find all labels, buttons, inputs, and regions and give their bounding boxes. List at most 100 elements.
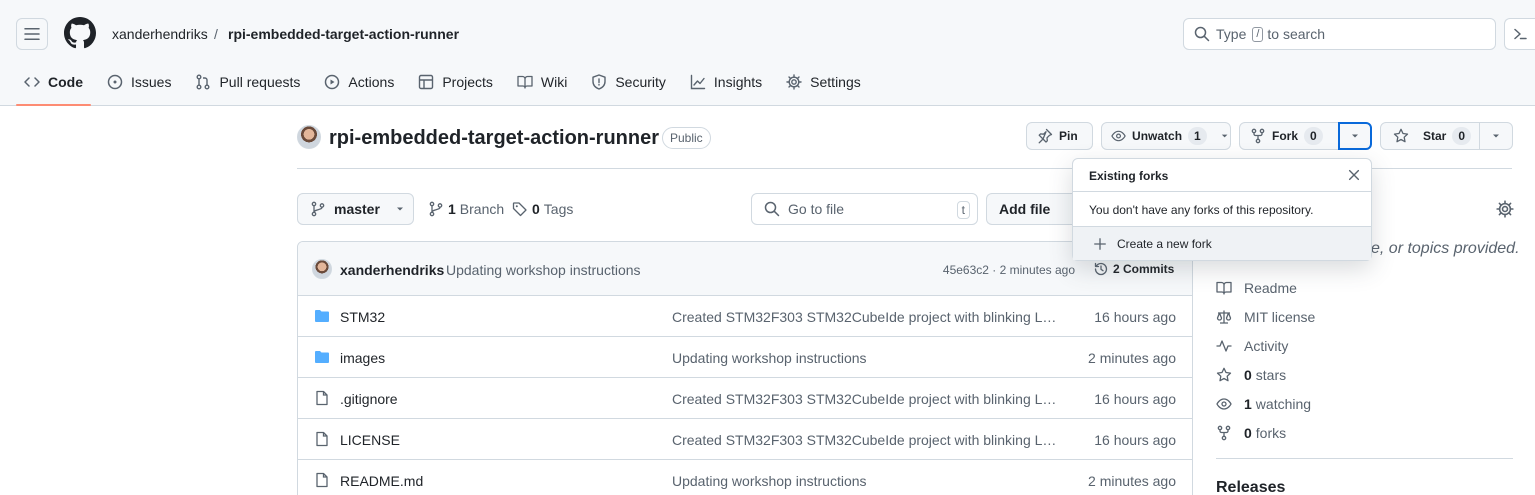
file-commit-message[interactable]: Created STM32F303 STM32CubeIde project w… <box>672 432 1057 448</box>
branches-label: Branch <box>459 201 505 217</box>
watching-link[interactable]: 1 watching <box>1216 396 1311 412</box>
branch-selector[interactable]: master <box>297 193 414 225</box>
search-shortcut: / <box>1252 26 1264 42</box>
owner-avatar[interactable] <box>297 125 321 149</box>
file-commit-time: 16 hours ago <box>1094 391 1176 407</box>
file-icon <box>316 390 328 406</box>
commit-hash-time[interactable]: 45e63c2 · 2 minutes ago <box>943 262 1075 278</box>
book-icon <box>517 75 533 89</box>
file-name[interactable]: .gitignore <box>340 391 398 407</box>
stars-label: stars <box>1255 367 1287 383</box>
commits-link[interactable]: 2 Commits <box>1093 261 1174 277</box>
create-fork-button[interactable]: Create a new fork <box>1073 227 1371 260</box>
hamburger-icon <box>24 28 40 40</box>
go-to-file-placeholder: Go to file <box>788 201 845 217</box>
forks-link[interactable]: 0 forks <box>1216 425 1286 441</box>
tab-label: Projects <box>442 74 493 90</box>
file-name[interactable]: README.md <box>340 473 423 489</box>
gear-icon[interactable] <box>1496 200 1514 218</box>
menu-button[interactable] <box>16 18 48 50</box>
file-commit-time: 16 hours ago <box>1094 309 1176 325</box>
sidebar-divider <box>1216 458 1513 459</box>
visibility-badge: Public <box>662 127 711 149</box>
close-icon[interactable] <box>1347 168 1361 182</box>
go-to-file-input[interactable]: Go to file t <box>751 193 978 225</box>
repo-forked-icon <box>1251 128 1265 144</box>
tab-issues[interactable]: Issues <box>99 66 179 98</box>
create-fork-label: Create a new fork <box>1117 236 1212 251</box>
star-count: 0 <box>1452 127 1472 145</box>
tab-projects[interactable]: Projects <box>410 66 501 98</box>
file-name[interactable]: LICENSE <box>340 432 400 448</box>
commit-author-avatar[interactable] <box>312 259 332 279</box>
activity-label: Activity <box>1244 338 1289 354</box>
file-commit-message[interactable]: Created STM32F303 STM32CubeIde project w… <box>672 391 1057 407</box>
star-icon <box>1216 367 1232 382</box>
file-commit-message[interactable]: Created STM32F303 STM32CubeIde project w… <box>672 309 1057 325</box>
search-icon <box>764 201 780 217</box>
breadcrumb-owner[interactable]: xanderhendriks <box>112 26 208 42</box>
search-prefix: Type <box>1216 26 1247 42</box>
about-description: e, or topics provided. <box>1371 240 1520 257</box>
table-row: images Updating workshop instructions 2 … <box>298 337 1192 378</box>
watching-label: watching <box>1255 396 1312 412</box>
breadcrumb-separator: / <box>214 26 218 42</box>
file-name[interactable]: images <box>340 350 385 366</box>
file-commit-message[interactable]: Updating workshop instructions <box>672 473 1057 489</box>
code-icon <box>24 77 40 87</box>
latest-commit-bar: xanderhendriks Updating workshop instruc… <box>298 242 1192 296</box>
file-commit-message[interactable]: Updating workshop instructions <box>672 350 1057 366</box>
tab-wiki[interactable]: Wiki <box>509 66 575 98</box>
commits-count: 2 Commits <box>1113 262 1175 276</box>
tab-label: Insights <box>713 74 763 90</box>
tab-pull-requests[interactable]: Pull requests <box>187 66 308 98</box>
license-label: MIT license <box>1244 309 1316 325</box>
repo-title[interactable]: rpi-embedded-target-action-runner <box>329 126 659 150</box>
tab-label: Security <box>615 74 666 90</box>
tab-label: Settings <box>810 74 861 90</box>
tab-label: Code <box>48 74 83 90</box>
releases-heading[interactable]: Releases <box>1216 479 1285 495</box>
table-icon <box>419 74 434 90</box>
star-button[interactable]: Star 0 <box>1380 122 1480 150</box>
chevron-down-icon <box>396 207 403 211</box>
file-commit-time: 2 minutes ago <box>1088 350 1176 366</box>
tab-actions[interactable]: Actions <box>316 66 402 98</box>
tab-label: Actions <box>348 74 395 90</box>
file-commit-time: 16 hours ago <box>1094 432 1176 448</box>
command-palette-button[interactable] <box>1504 18 1535 50</box>
law-icon <box>1216 310 1232 324</box>
tab-insights[interactable]: Insights <box>682 66 770 98</box>
unwatch-button[interactable]: Unwatch 1 <box>1101 122 1231 150</box>
forks-count: 0 <box>1244 425 1252 441</box>
add-file-button[interactable]: Add file <box>986 193 1076 225</box>
stars-link[interactable]: 0 stars <box>1216 367 1286 383</box>
breadcrumb-repo[interactable]: rpi-embedded-target-action-runner <box>228 26 459 42</box>
readme-link[interactable]: Readme <box>1216 280 1297 296</box>
commit-message[interactable]: Updating workshop instructions <box>446 262 641 278</box>
file-table: xanderhendriks Updating workshop instruc… <box>297 241 1193 495</box>
pin-button[interactable]: Pin <box>1026 122 1093 150</box>
folder-icon <box>315 351 329 363</box>
readme-label: Readme <box>1244 280 1297 296</box>
fork-button[interactable]: Fork 0 <box>1239 122 1339 150</box>
tags-link[interactable]: 0 Tags <box>512 201 573 217</box>
search-input[interactable]: Type / to search <box>1183 18 1496 50</box>
git-branch-icon <box>429 201 443 217</box>
star-label: Star <box>1423 129 1447 143</box>
tags-label: Tags <box>543 201 574 217</box>
activity-link[interactable]: Activity <box>1216 338 1288 354</box>
play-icon <box>325 74 340 90</box>
plus-icon <box>1094 237 1106 250</box>
star-dropdown-button[interactable] <box>1479 122 1513 150</box>
tab-settings[interactable]: Settings <box>778 66 869 98</box>
search-icon <box>1194 26 1210 42</box>
commit-author[interactable]: xanderhendriks <box>340 262 444 278</box>
file-name[interactable]: STM32 <box>340 309 385 325</box>
license-link[interactable]: MIT license <box>1216 309 1315 325</box>
tab-code[interactable]: Code <box>16 66 91 106</box>
branches-link[interactable]: 1 Branch <box>428 201 504 217</box>
github-logo-icon[interactable] <box>64 17 96 49</box>
tab-security[interactable]: Security <box>583 66 674 98</box>
fork-dropdown-button[interactable] <box>1338 122 1372 150</box>
